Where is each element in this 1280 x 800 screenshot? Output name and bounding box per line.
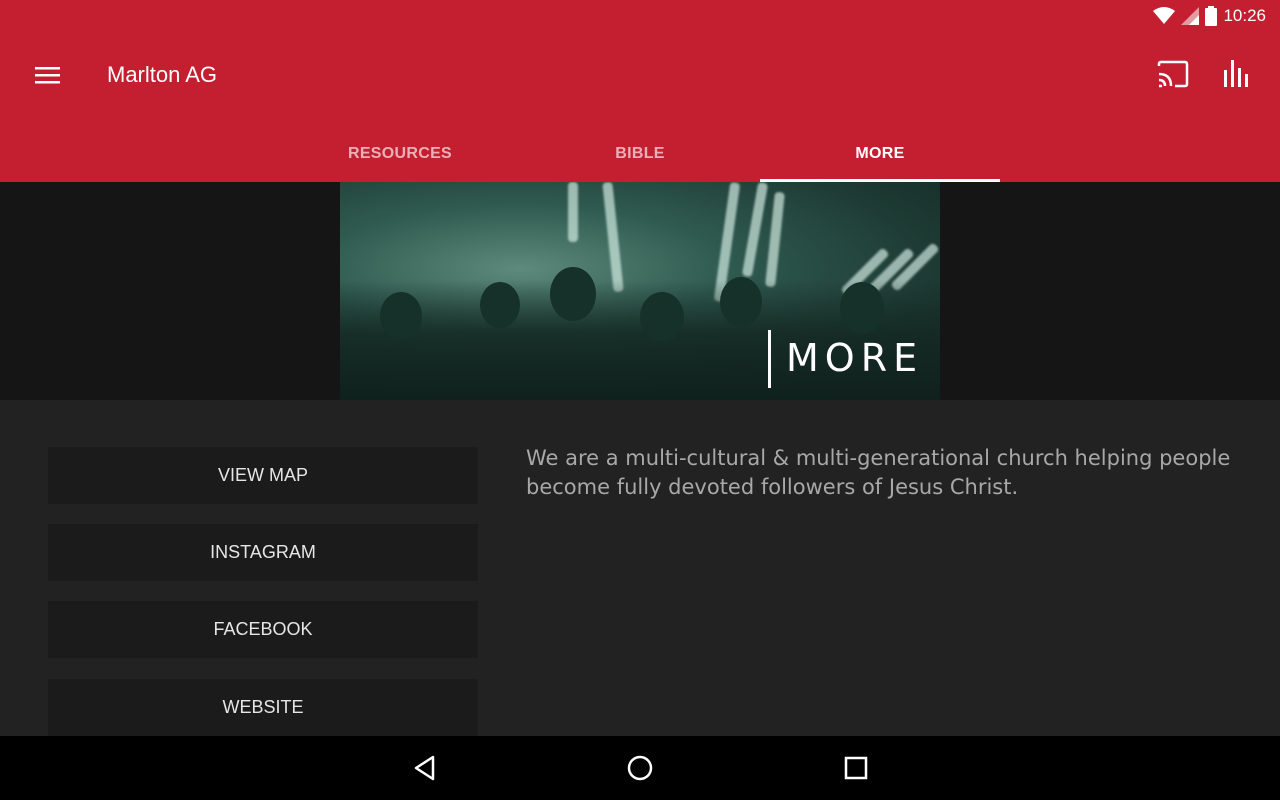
tab-more[interactable]: MORE [760,126,1000,182]
status-icons: 10:26 [1153,6,1266,26]
hero-image: MORE [340,182,940,400]
tab-bible[interactable]: BIBLE [520,126,760,182]
app-title: Marlton AG [107,62,218,87]
stats-icon[interactable] [1222,58,1252,88]
tab-bar: RESOURCES BIBLE MORE [280,126,1000,182]
menu-icon[interactable] [34,64,62,86]
hero-divider [768,330,771,388]
battery-icon [1205,6,1218,26]
hero-label: MORE [786,336,924,380]
cast-icon[interactable] [1156,60,1190,90]
recents-icon[interactable] [840,752,872,784]
instagram-button[interactable]: INSTAGRAM [48,524,478,581]
system-nav-bar [0,736,1280,800]
view-map-button[interactable]: VIEW MAP [48,447,478,504]
website-button[interactable]: WEBSITE [48,679,478,736]
back-icon[interactable] [409,752,441,784]
wifi-icon [1153,7,1176,25]
more-content: VIEW MAP INSTAGRAM FACEBOOK WEBSITE We a… [0,400,1280,736]
tab-resources[interactable]: RESOURCES [280,126,520,182]
app-bar: Marlton AG RESOURCES BIBLE MORE [0,36,1280,182]
signal-icon [1181,7,1200,25]
facebook-button[interactable]: FACEBOOK [48,601,478,658]
hero-band: MORE [0,182,1280,400]
home-icon[interactable] [624,752,656,784]
church-description: We are a multi-cultural & multi-generati… [526,446,1231,499]
status-bar: 10:26 [0,0,1280,36]
status-time: 10:26 [1223,6,1266,25]
